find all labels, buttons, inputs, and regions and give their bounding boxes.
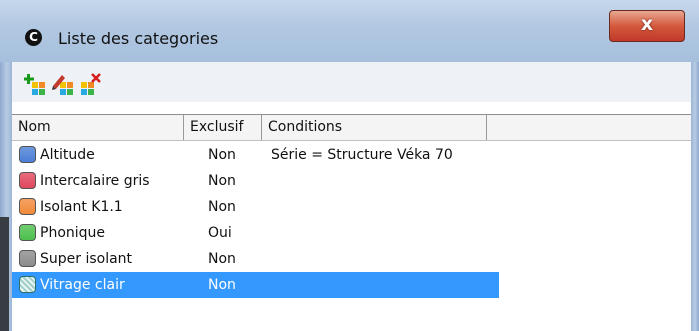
toolbar xyxy=(12,62,691,102)
column-header-conditions[interactable]: Conditions xyxy=(262,115,487,140)
categories-window: C Liste des categories x Nom Exclusif Co… xyxy=(0,0,699,331)
category-name: Isolant K1.1 xyxy=(40,199,123,215)
column-header-empty xyxy=(487,115,691,140)
table-row[interactable]: Super isolant Non xyxy=(12,246,499,272)
app-icon: C xyxy=(25,29,42,46)
delete-category-icon xyxy=(81,73,101,95)
category-exclusive: Non xyxy=(208,199,236,215)
close-icon: x xyxy=(640,13,654,35)
window-right-border xyxy=(691,62,699,331)
column-header-exclusif[interactable]: Exclusif xyxy=(184,115,262,140)
window-edge-shadow xyxy=(0,217,9,331)
edit-category-icon xyxy=(52,75,73,95)
category-color-swatch xyxy=(19,172,36,189)
column-header-nom[interactable]: Nom xyxy=(12,115,184,140)
categories-grid: Nom Exclusif Conditions Altitude Non Sér… xyxy=(12,114,691,331)
window-left-border xyxy=(0,62,12,331)
delete-category-button[interactable] xyxy=(80,73,102,95)
add-category-icon xyxy=(24,74,45,95)
category-name: Vitrage clair xyxy=(40,277,125,293)
category-exclusive: Non xyxy=(208,173,236,189)
category-color-swatch xyxy=(19,276,36,293)
category-exclusive: Non xyxy=(208,251,236,267)
category-color-swatch xyxy=(19,146,36,163)
category-color-swatch xyxy=(19,250,36,267)
category-name: Phonique xyxy=(40,225,106,241)
grid-header: Nom Exclusif Conditions xyxy=(12,115,691,141)
category-name: Intercalaire gris xyxy=(40,173,150,189)
edit-category-button[interactable] xyxy=(52,73,74,95)
table-row[interactable]: Altitude Non Série = Structure Véka 70 xyxy=(12,142,499,168)
close-button[interactable]: x xyxy=(609,10,685,42)
category-exclusive: Non xyxy=(208,277,236,293)
add-category-button[interactable] xyxy=(24,73,46,95)
category-color-swatch xyxy=(19,224,36,241)
category-color-swatch xyxy=(19,198,36,215)
category-conditions: Série = Structure Véka 70 xyxy=(271,147,453,163)
category-name: Altitude xyxy=(40,147,95,163)
window-title: Liste des categories xyxy=(58,29,219,48)
table-row[interactable]: Isolant K1.1 Non xyxy=(12,194,499,220)
category-exclusive: Non xyxy=(208,147,236,163)
table-row-selected[interactable]: Vitrage clair Non xyxy=(12,272,499,298)
category-name: Super isolant xyxy=(40,251,133,267)
table-row[interactable]: Phonique Oui xyxy=(12,220,499,246)
table-row[interactable]: Intercalaire gris Non xyxy=(12,168,499,194)
category-exclusive: Oui xyxy=(208,225,232,241)
